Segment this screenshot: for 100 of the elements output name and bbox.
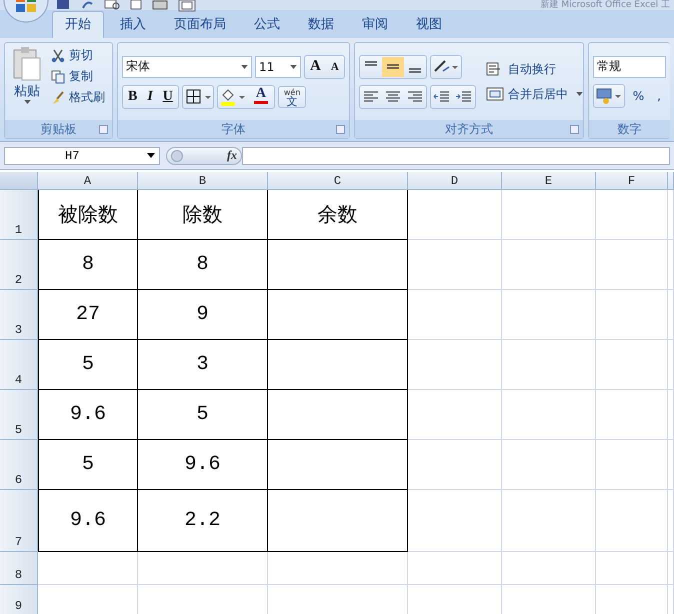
empty-cell[interactable] xyxy=(268,552,408,585)
row-header[interactable]: 3 xyxy=(0,290,38,340)
insert-function-button[interactable]: fx xyxy=(227,148,237,163)
percent-button[interactable]: % xyxy=(628,86,650,106)
empty-cell[interactable] xyxy=(668,340,674,390)
table-cell: 8 xyxy=(138,240,268,290)
clipboard-action-button[interactable]: 剪切 xyxy=(49,46,107,65)
phonetic-button[interactable]: wén 文 xyxy=(278,86,306,108)
empty-cell[interactable] xyxy=(502,290,596,340)
empty-cell[interactable] xyxy=(408,340,502,390)
comma-button[interactable]: , xyxy=(652,86,666,106)
font-style-button[interactable]: I xyxy=(142,86,158,106)
empty-cell[interactable] xyxy=(596,340,668,390)
empty-cell[interactable] xyxy=(408,290,502,340)
column-header[interactable] xyxy=(668,172,674,190)
empty-cell[interactable] xyxy=(502,190,596,240)
select-all-button[interactable] xyxy=(0,172,38,190)
paste-button[interactable]: 粘贴 xyxy=(9,46,45,117)
ribbon-tab[interactable]: 视图 xyxy=(404,12,454,38)
name-box[interactable]: H7 xyxy=(4,146,160,164)
empty-cell[interactable] xyxy=(668,490,674,552)
row-header[interactable]: 1 xyxy=(0,190,38,240)
table-cell: 2.2 xyxy=(138,490,268,552)
ribbon-tab[interactable]: 页面布局 xyxy=(162,12,238,38)
empty-cell[interactable] xyxy=(596,552,668,585)
vertical-align-icon[interactable] xyxy=(382,56,404,76)
window-icon[interactable] xyxy=(178,0,196,12)
row-header[interactable]: 4 xyxy=(0,340,38,390)
empty-cell[interactable] xyxy=(502,240,596,290)
undo-icon[interactable] xyxy=(80,0,94,10)
shrink-font-button[interactable]: A xyxy=(326,56,344,76)
empty-cell[interactable] xyxy=(596,490,668,552)
empty-cell[interactable] xyxy=(408,490,502,552)
empty-cell[interactable] xyxy=(596,240,668,290)
grow-font-button[interactable]: A xyxy=(304,56,326,76)
column-header[interactable]: C xyxy=(268,172,408,190)
empty-cell[interactable] xyxy=(596,390,668,440)
table-cell: 被除数 xyxy=(38,190,138,240)
row-header[interactable]: 6 xyxy=(0,440,38,490)
number-format-field[interactable]: 常规 xyxy=(592,56,666,78)
empty-cell[interactable] xyxy=(668,440,674,490)
row-header[interactable]: 9 xyxy=(0,585,38,614)
empty-cell[interactable] xyxy=(502,440,596,490)
table-cell: 除数 xyxy=(138,190,268,240)
column-header[interactable]: D xyxy=(408,172,502,190)
clipboard-action-button[interactable]: 复制 xyxy=(49,67,107,86)
font-name-field[interactable]: 宋体 xyxy=(122,56,252,78)
font-style-button[interactable]: U xyxy=(158,86,178,106)
wrap-text-button[interactable]: 自动换行 xyxy=(484,60,585,78)
empty-cell[interactable] xyxy=(596,440,668,490)
grip-icon[interactable] xyxy=(171,150,183,162)
caret-icon xyxy=(147,153,155,158)
empty-cell[interactable] xyxy=(502,340,596,390)
merge-center-button[interactable]: 合并后居中 xyxy=(484,84,585,104)
row-header[interactable]: 8 xyxy=(0,552,38,585)
column-header[interactable]: F xyxy=(596,172,668,190)
group-label: 剪贴板 xyxy=(40,120,76,138)
empty-cell[interactable] xyxy=(138,552,268,585)
empty-cell[interactable] xyxy=(408,552,502,585)
group-label: 数字 xyxy=(617,120,642,138)
clipboard-action-button[interactable]: 格式刷 xyxy=(49,88,107,107)
empty-cell[interactable] xyxy=(408,390,502,440)
brush-icon xyxy=(51,90,65,104)
font-size-field[interactable]: 11 xyxy=(254,56,301,78)
empty-cell[interactable] xyxy=(596,290,668,340)
empty-cell[interactable] xyxy=(668,290,674,340)
ribbon-tab[interactable]: 插入 xyxy=(108,12,158,38)
row-header[interactable]: 5 xyxy=(0,390,38,440)
empty-cell[interactable] xyxy=(668,240,674,290)
currency-icon[interactable] xyxy=(594,86,624,106)
table-cell: 余数 xyxy=(268,190,408,240)
ribbon-tab[interactable]: 数据 xyxy=(296,12,346,38)
print-preview-icon[interactable] xyxy=(104,0,120,10)
column-header[interactable]: E xyxy=(502,172,596,190)
column-header[interactable]: A xyxy=(38,172,138,190)
table-cell: 3 xyxy=(138,340,268,390)
ribbon-tab[interactable]: 开始 xyxy=(52,11,104,38)
empty-cell[interactable] xyxy=(502,390,596,440)
save-icon[interactable] xyxy=(56,0,70,10)
formula-input[interactable] xyxy=(242,146,670,164)
dialog-launcher-icon[interactable] xyxy=(570,125,579,134)
dialog-launcher-icon[interactable] xyxy=(336,125,345,134)
row-header[interactable]: 7 xyxy=(0,490,38,552)
column-header[interactable]: B xyxy=(138,172,268,190)
row-header[interactable]: 2 xyxy=(0,240,38,290)
font-style-button[interactable]: B xyxy=(122,86,142,106)
empty-cell[interactable] xyxy=(502,490,596,552)
empty-cell[interactable] xyxy=(408,240,502,290)
dialog-launcher-icon[interactable] xyxy=(98,125,108,134)
ribbon-tab[interactable]: 公式 xyxy=(242,12,292,38)
table-cell: 5 xyxy=(38,340,138,390)
empty-cell[interactable] xyxy=(408,190,502,240)
empty-cell[interactable] xyxy=(502,552,596,585)
merge-cells-icon xyxy=(486,86,504,102)
table-cell: 9.6 xyxy=(38,490,138,552)
ribbon-tab[interactable]: 审阅 xyxy=(350,12,400,38)
empty-cell[interactable] xyxy=(668,390,674,440)
empty-cell[interactable] xyxy=(408,440,502,490)
empty-cell[interactable] xyxy=(596,190,668,240)
empty-cell[interactable] xyxy=(668,552,674,585)
